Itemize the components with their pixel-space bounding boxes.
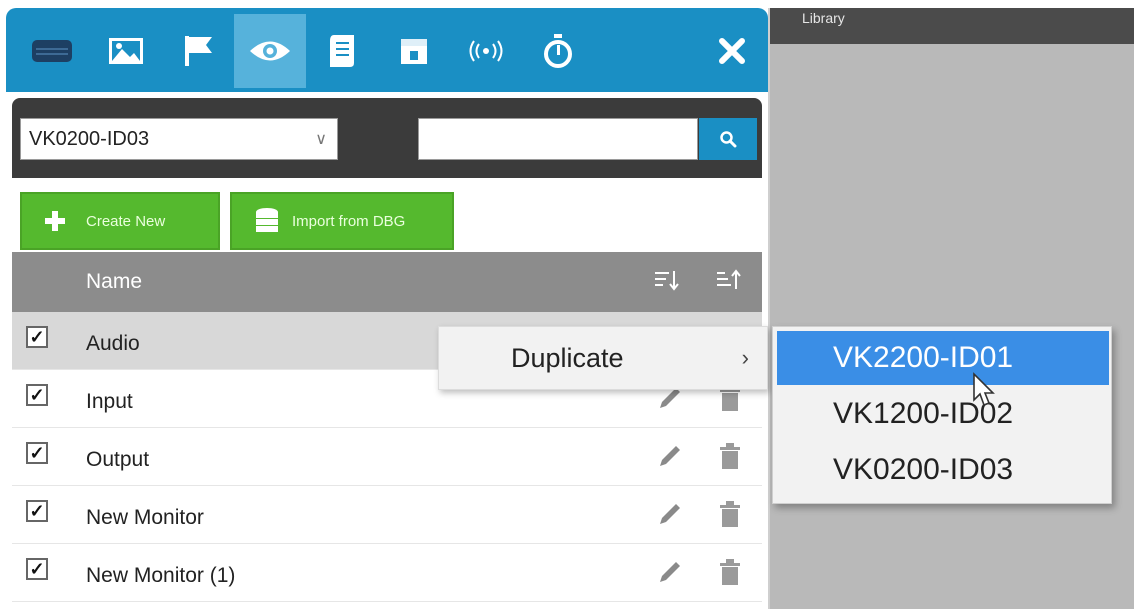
row-name: Audio: [86, 332, 140, 355]
create-new-label: Create New: [86, 212, 166, 230]
close-icon: [719, 38, 745, 64]
mouse-cursor-icon: [972, 372, 998, 413]
flag-tab[interactable]: [162, 14, 234, 88]
trash-icon[interactable]: [718, 442, 742, 477]
database-icon: [254, 207, 280, 235]
row-name: New Monitor: [86, 506, 204, 529]
duplicate-submenu: VK2200-ID01 VK1200-ID02 VK0200-ID03: [772, 326, 1112, 504]
broadcast-icon: [469, 40, 503, 62]
row-name: Output: [86, 448, 150, 471]
pencil-icon[interactable]: [654, 558, 684, 593]
import-from-dbg-button[interactable]: Import from DBG: [230, 192, 454, 250]
toolbar: [6, 8, 768, 92]
sort-descending-icon[interactable]: [716, 268, 742, 298]
calendar-icon: [401, 39, 427, 64]
context-menu: Duplicate ›: [438, 326, 768, 390]
submenu-item-vk1200-id02[interactable]: VK1200-ID02: [777, 387, 1109, 441]
row-checkbox[interactable]: ✓: [26, 384, 48, 406]
duplicate-menu-item[interactable]: Duplicate: [511, 343, 624, 374]
timer-tab[interactable]: [522, 14, 594, 88]
table-row[interactable]: ✓ New Monitor: [12, 486, 762, 544]
library-title: Library: [770, 8, 1134, 44]
device-tab[interactable]: [16, 14, 88, 88]
pencil-icon[interactable]: [654, 442, 684, 477]
monitor-table: Name ✓ Audio ✓ Input ✓ Output ✓ New Moni…: [12, 252, 762, 609]
submenu-item-vk2200-id01[interactable]: VK2200-ID01: [777, 331, 1109, 385]
monitor-panel: VK0200-ID03 ∨ Create New Import from DBG…: [4, 8, 770, 609]
close-button[interactable]: [708, 16, 756, 86]
row-name: Input: [86, 390, 133, 413]
row-checkbox[interactable]: ✓: [26, 558, 48, 580]
sort-ascending-icon[interactable]: [654, 268, 680, 298]
row-name: New Monitor (1): [86, 564, 236, 587]
trash-icon[interactable]: [718, 558, 742, 593]
eye-icon: [250, 41, 290, 61]
table-header: Name: [12, 252, 762, 312]
search-input[interactable]: [418, 118, 698, 160]
device-select[interactable]: VK0200-ID03 ∨: [20, 118, 338, 160]
table-row[interactable]: ✓ New Monitor (1): [12, 544, 762, 602]
column-header-name[interactable]: Name: [86, 270, 142, 294]
row-checkbox[interactable]: ✓: [26, 500, 48, 522]
script-icon: [330, 35, 354, 67]
plus-icon: [44, 210, 66, 232]
device-icon: [32, 40, 72, 62]
flag-icon: [185, 36, 212, 66]
search-button[interactable]: [699, 118, 757, 160]
image-icon: [109, 38, 143, 64]
trash-icon[interactable]: [718, 500, 742, 535]
table-row[interactable]: ✓ Output: [12, 428, 762, 486]
chevron-right-icon: ›: [741, 345, 749, 370]
broadcast-tab[interactable]: [450, 14, 522, 88]
image-tab[interactable]: [90, 14, 162, 88]
calendar-tab[interactable]: [378, 14, 450, 88]
device-select-value: VK0200-ID03: [29, 127, 150, 150]
row-checkbox[interactable]: ✓: [26, 442, 48, 464]
app-root: Library VK0200-ID03 ∨ Create New Import …: [0, 0, 1134, 609]
submenu-item-vk0200-id03[interactable]: VK0200-ID03: [777, 443, 1109, 497]
search-icon: [720, 131, 737, 148]
script-tab[interactable]: [306, 14, 378, 88]
import-from-dbg-label: Import from DBG: [292, 212, 406, 230]
pencil-icon[interactable]: [654, 500, 684, 535]
create-new-button[interactable]: Create New: [20, 192, 220, 250]
monitor-tab[interactable]: [234, 14, 306, 88]
row-checkbox[interactable]: ✓: [26, 326, 48, 348]
library-pane: Library: [770, 8, 1134, 609]
timer-icon: [544, 34, 572, 68]
filter-bar: VK0200-ID03 ∨: [12, 98, 762, 178]
action-bar: Create New Import from DBG: [12, 178, 762, 252]
chevron-down-icon: ∨: [315, 131, 327, 148]
